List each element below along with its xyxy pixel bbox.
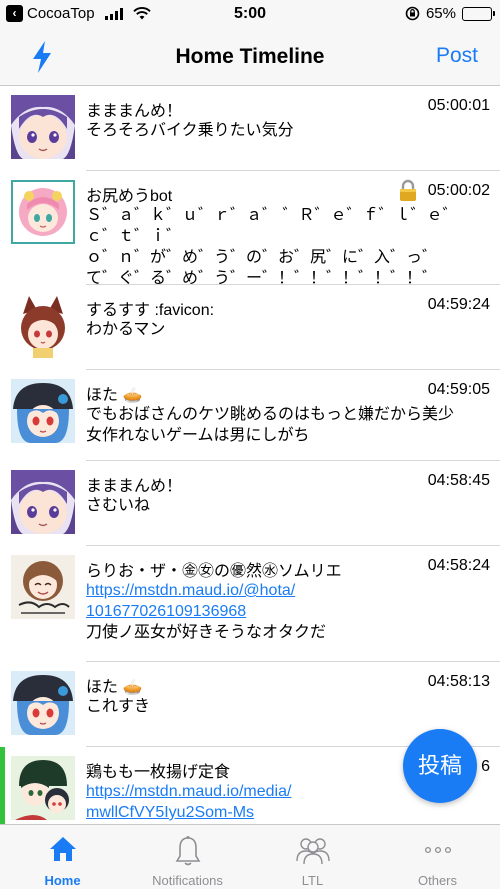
tab-label: Home [44, 873, 81, 888]
post-text-line: でもおばさんのケツ眺めるのはもっと嫌だから美少 [86, 406, 455, 423]
post-content: https://mstdn.maud.io/@hota/ 10167702610… [86, 580, 488, 643]
tab-others[interactable]: Others [375, 825, 500, 889]
post-author[interactable]: まままんめ！ [86, 97, 182, 121]
post-content: さむいね [86, 495, 488, 516]
post-author[interactable]: まままんめ！ [86, 472, 182, 496]
post-button[interactable]: Post [436, 44, 478, 68]
post-content: これすき [86, 696, 488, 717]
post-author[interactable]: お尻めうbot [86, 182, 172, 206]
timeline-list[interactable]: まままんめ！ 05:00:01 そろそろバイク乗りたい気分 お尻めうbot 05… [0, 86, 500, 824]
post-time: 05:00:01 [427, 97, 490, 114]
tab-notifications[interactable]: Notifications [125, 825, 250, 889]
navigation-bar: Home Timeline Post [0, 30, 500, 86]
timeline-row[interactable]: まままんめ！ 04:58:45 さむいね [0, 461, 500, 546]
timeline-row[interactable]: お尻めうbot 05:00:02 Ｓ゛ａ゛ｋ゛ｕ゛ｒ゛ａ゛ ゛Ｒ゛ｅ゛ｆ゛ｌ゛ｅ… [0, 171, 500, 287]
post-link[interactable]: https://mstdn.maud.io/@hota/ [86, 580, 488, 601]
post-time: 04:59:05 [427, 381, 490, 398]
timeline-row[interactable]: まままんめ！ 05:00:01 そろそろバイク乗りたい気分 [0, 86, 500, 171]
post-author[interactable]: するすす :favicon: [86, 296, 214, 320]
post-time: 04:58:13 [427, 673, 490, 690]
tab-ltl[interactable]: LTL [250, 825, 375, 889]
post-link[interactable]: 101677026109136968 [86, 601, 488, 622]
lock-icon [400, 179, 416, 201]
post-text-line: 女作れないゲームは男にしがち [86, 427, 310, 444]
tab-label: Notifications [152, 873, 223, 888]
post-time: 04:58:24 [427, 557, 490, 574]
status-right: 65% [405, 5, 495, 22]
post-time: 04:58:45 [427, 472, 490, 489]
more-icon [424, 846, 451, 854]
post-text-line: これすき [86, 698, 151, 715]
post-author[interactable]: らりお・ザ・㊎㊛の㊝然㊌ソムリエ [86, 557, 342, 581]
post-text-line: わかるマン [86, 321, 166, 338]
post-text-line: 刀使ノ巫女が好きそうなオタクだ [86, 624, 327, 641]
battery-percent: 65% [425, 5, 456, 22]
battery-icon [462, 6, 495, 21]
avatar[interactable] [11, 180, 75, 244]
avatar[interactable] [11, 379, 75, 443]
avatar[interactable] [11, 95, 75, 159]
post-text-line: Ｓ゛ａ゛ｋ゛ｕ゛ｒ゛ａ゛ ゛Ｒ゛ｅ゛ｆ゛ｌ゛ｅ゛ｃ゛ｔ゛ｉ゛ [86, 207, 459, 245]
avatar[interactable] [11, 294, 75, 358]
post-author[interactable]: 鶏もも一枚揚げ定食 [86, 758, 230, 782]
post-content: そろそろバイク乗りたい気分 [86, 120, 488, 141]
post-author[interactable]: ほた 🥧 [86, 673, 142, 697]
page-title: Home Timeline [175, 45, 325, 68]
timeline-row[interactable]: らりお・ザ・㊎㊛の㊝然㊌ソムリエ 04:58:24 https://mstdn.… [0, 546, 500, 662]
bell-icon [175, 836, 200, 866]
post-text-line: さむいね [86, 497, 151, 514]
post-time: 04:59:24 [427, 296, 490, 313]
tab-label: Others [417, 873, 457, 888]
orientation-lock-icon [405, 6, 420, 21]
tab-bar: Home Notifications LTL Others [0, 824, 500, 889]
avatar[interactable] [11, 555, 75, 619]
post-time: 6 [481, 758, 490, 775]
timeline-row[interactable]: するすす :favicon: 04:59:24 わかるマン [0, 285, 500, 370]
status-bar: ‹ CocoaTop 5:00 65% [0, 0, 500, 30]
avatar[interactable] [11, 756, 75, 820]
post-content: でもおばさんのケツ眺めるのはもっと嫌だから美少 女作れないゲームは男にしがち [86, 404, 488, 446]
post-text-line: ｏ゛ｎ゛が゛め゛う゛の゛お゛尻゛に゛入゛っ゛ [86, 249, 439, 266]
post-text-line: そろそろバイク乗りたい気分 [86, 122, 294, 139]
avatar[interactable] [11, 671, 75, 735]
timeline-row[interactable]: ほた 🥧 04:59:05 でもおばさんのケツ眺めるのはもっと嫌だから美少 女作… [0, 370, 500, 461]
post-time: 05:00:02 [427, 182, 490, 199]
post-author[interactable]: ほた 🥧 [86, 381, 142, 405]
home-icon [49, 837, 76, 861]
post-link[interactable]: mwllCfVY5Iyu2Som-Ms [86, 802, 488, 823]
boost-indicator [0, 747, 5, 824]
compose-button[interactable]: 投稿 [403, 729, 477, 803]
people-icon [295, 838, 330, 865]
post-content: Ｓ゛ａ゛ｋ゛ｕ゛ｒ゛ａ゛ ゛Ｒ゛ｅ゛ｆ゛ｌ゛ｅ゛ｃ゛ｔ゛ｉ゛ ｏ゛ｎ゛が゛め゛う… [86, 205, 488, 289]
tab-home[interactable]: Home [0, 825, 125, 889]
avatar[interactable] [11, 470, 75, 534]
tab-label: LTL [301, 873, 324, 888]
post-content: わかるマン [86, 319, 488, 340]
